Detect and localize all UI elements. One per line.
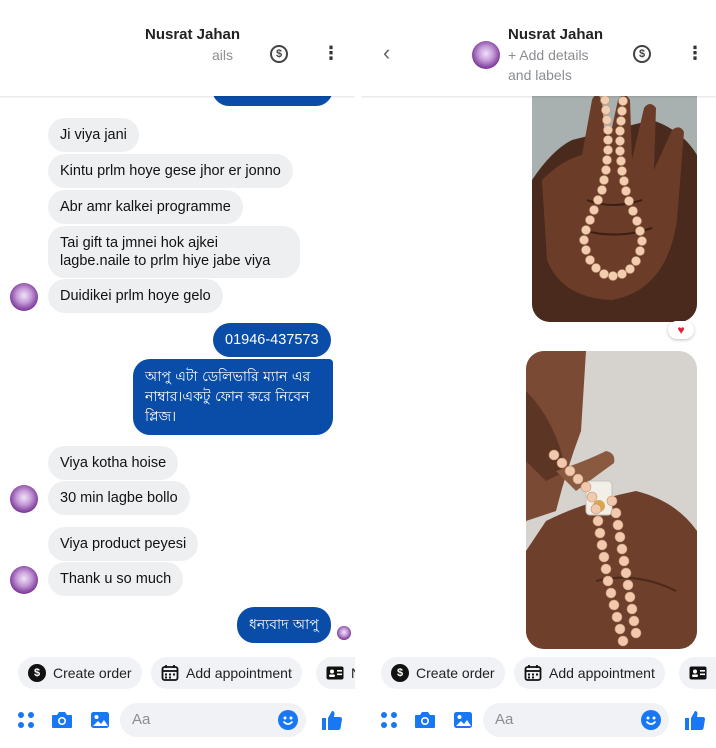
create-order-button[interactable]: $ Create order — [18, 657, 142, 689]
create-order-button[interactable]: $ Create order — [381, 657, 505, 689]
calendar-icon — [161, 664, 179, 682]
message-bubble[interactable]: 30 min lagbe bollo — [48, 481, 190, 515]
dollar-circle-icon: $ — [270, 45, 288, 63]
dollar-circle-icon: $ — [28, 664, 46, 682]
apps-icon[interactable] — [377, 708, 401, 732]
add-details-link[interactable]: + Add details — [508, 45, 589, 65]
add-appointment-label: Add appointment — [186, 665, 292, 681]
message-input[interactable]: Aa — [120, 703, 306, 737]
calendar-icon — [524, 664, 542, 682]
conversation-panel-right: ‹ Nusrat Jahan + Add details and labels … — [361, 0, 716, 748]
message-bubble[interactable]: Viya kotha hoise — [48, 446, 179, 480]
contact-avatar[interactable] — [10, 283, 38, 311]
message-bubble[interactable]: ধন্যবাদ আপু — [237, 607, 331, 643]
message-text: ধন্যবাদ আপু — [249, 617, 319, 633]
message-text: Kintu prlm hoye gese jhor er jonno — [60, 163, 281, 179]
message-text: Ji viya jani — [60, 127, 127, 143]
message-text: Duidikei prlm hoye gelo — [60, 288, 211, 304]
camera-icon[interactable] — [413, 708, 437, 732]
contact-card-icon — [689, 664, 707, 682]
heart-icon[interactable]: ♥ — [668, 321, 694, 339]
contact-subtitle[interactable]: ails — [212, 45, 233, 65]
contact-avatar[interactable] — [472, 41, 500, 69]
message-composer: Aa — [0, 700, 355, 740]
chat-header: Nusrat Jahan ails $ ⋮ — [0, 0, 355, 96]
message-placeholder: Aa — [495, 711, 514, 728]
thumbs-up-icon[interactable] — [683, 708, 707, 732]
add-appointment-button[interactable]: Add appointment — [514, 657, 665, 689]
payment-button[interactable]: $ — [633, 45, 651, 63]
message-input[interactable]: Aa — [483, 703, 669, 737]
message-text: Abr amr kalkei programme — [60, 199, 231, 215]
add-labels-link[interactable]: and labels — [508, 65, 572, 85]
emoji-icon[interactable] — [278, 710, 298, 730]
message-bubble[interactable]: Kintu prlm hoye gese jhor er jonno — [48, 154, 293, 188]
message-bubble[interactable]: Tai gift ta jmnei hok ajkei lagbe.naile … — [48, 226, 300, 278]
message-composer: Aa — [361, 700, 716, 740]
more-vertical-icon[interactable]: ⋮ — [322, 44, 340, 62]
message-bubble[interactable]: Ji viya jani — [48, 118, 139, 152]
message-text: Viya product peyesi — [60, 536, 187, 552]
conversation-panel-left: Nusrat Jahan ails $ ⋮ Ji viya jani Kintu… — [0, 0, 355, 748]
more-actions-button[interactable] — [679, 657, 716, 689]
dollar-circle-icon: $ — [391, 664, 409, 682]
add-appointment-button[interactable]: Add appointment — [151, 657, 302, 689]
thumbs-up-icon[interactable] — [320, 708, 344, 732]
more-actions-button[interactable]: N — [316, 657, 355, 689]
seen-receipt-avatar — [337, 626, 351, 640]
quick-actions-bar: $ Create order Add appointment N — [0, 657, 355, 691]
add-appointment-label: Add appointment — [549, 665, 655, 681]
message-placeholder: Aa — [132, 711, 151, 728]
more-vertical-icon[interactable]: ⋮ — [686, 44, 704, 62]
create-order-label: Create order — [416, 665, 495, 681]
message-bubble[interactable]: Thank u so much — [48, 562, 184, 596]
dollar-circle-icon: $ — [633, 45, 651, 63]
gallery-icon[interactable] — [451, 708, 475, 732]
message-text: আপু এটা ডেলিভারি ম্যান এর নাম্বার।একটু ফ… — [145, 369, 311, 425]
message-bubble[interactable]: Viya product peyesi — [48, 527, 199, 561]
contact-card-icon — [326, 664, 344, 682]
camera-icon[interactable] — [50, 708, 74, 732]
message-text: 01946-437573 — [225, 332, 319, 348]
message-bubble[interactable]: Abr amr kalkei programme — [48, 190, 243, 224]
shared-photo-necklace-palm[interactable] — [532, 60, 697, 322]
message-text: Viya kotha hoise — [60, 455, 167, 471]
chat-header: ‹ Nusrat Jahan + Add details and labels … — [361, 0, 716, 96]
contact-name[interactable]: Nusrat Jahan — [145, 26, 240, 43]
create-order-label: Create order — [53, 665, 132, 681]
message-bubble[interactable]: 01946-437573 — [213, 323, 331, 357]
message-bubble[interactable]: Duidikei prlm hoye gelo — [48, 279, 223, 313]
message-text: Thank u so much — [60, 571, 172, 587]
payment-button[interactable]: $ — [270, 45, 288, 63]
emoji-icon[interactable] — [641, 710, 661, 730]
apps-icon[interactable] — [14, 708, 38, 732]
shared-photo-necklace-clasp[interactable] — [526, 351, 697, 649]
back-chevron-icon[interactable]: ‹ — [383, 40, 390, 66]
message-text: Tai gift ta jmnei hok ajkei lagbe.naile … — [60, 235, 271, 269]
gallery-icon[interactable] — [88, 708, 112, 732]
more-actions-label: N — [351, 665, 355, 681]
contact-avatar[interactable] — [10, 485, 38, 513]
quick-actions-bar: $ Create order Add appointment — [361, 657, 716, 691]
message-text: 30 min lagbe bollo — [60, 490, 178, 506]
contact-avatar[interactable] — [10, 566, 38, 594]
message-bubble[interactable]: আপু এটা ডেলিভারি ম্যান এর নাম্বার।একটু ফ… — [133, 359, 333, 435]
contact-name[interactable]: Nusrat Jahan — [508, 26, 603, 43]
